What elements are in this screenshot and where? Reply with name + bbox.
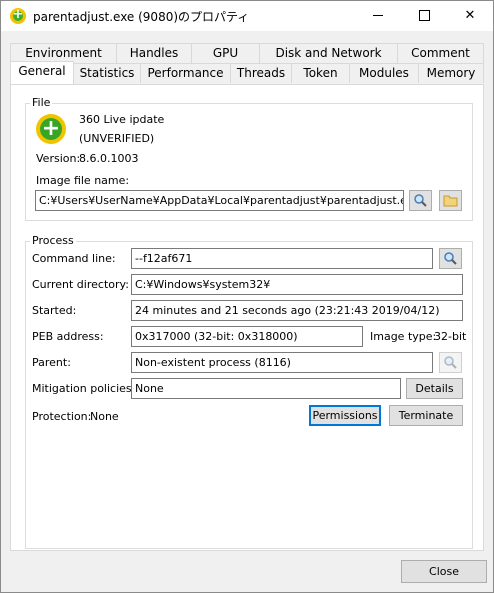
tab-general[interactable]: General (10, 61, 74, 84)
mitigation-policies-field[interactable]: None (131, 378, 401, 399)
folder-icon (443, 195, 458, 207)
tab-threads[interactable]: Threads (230, 63, 292, 83)
peb-address-label: PEB address: (32, 330, 104, 343)
image-type-value: 32-bit (434, 330, 467, 343)
image-file-label: Image file name: (36, 174, 130, 187)
close-icon: ✕ (464, 8, 476, 23)
maximize-button[interactable] (401, 1, 447, 31)
tab-label: Comment (411, 46, 470, 60)
protection-value: None (90, 410, 119, 423)
tab-modules[interactable]: Modules (349, 63, 419, 83)
started-label: Started: (32, 304, 77, 317)
tab-handles[interactable]: Handles (116, 43, 192, 63)
minimize-button[interactable] (355, 1, 401, 31)
inspect-parent-button[interactable] (439, 352, 462, 373)
process-group-label: Process (30, 234, 76, 247)
tab-row-top: Environment Handles GPU Disk and Network… (10, 43, 484, 63)
close-button[interactable]: Close (401, 560, 487, 583)
file-group-label: File (30, 96, 53, 109)
app-logo-icon (36, 114, 66, 144)
properties-window: parentadjust.exe (9080)のプロパティ ✕ Environm… (0, 0, 494, 593)
mitigation-policies-label: Mitigation policies: (32, 382, 136, 395)
permissions-button[interactable]: Permissions (309, 405, 381, 426)
tab-label: Token (303, 66, 338, 80)
window-title: parentadjust.exe (9080)のプロパティ (33, 10, 250, 24)
tab-performance[interactable]: Performance (140, 63, 231, 83)
tab-gpu[interactable]: GPU (191, 43, 260, 63)
tab-memory[interactable]: Memory (418, 63, 484, 83)
app-icon (10, 7, 26, 24)
tab-disk-and-network[interactable]: Disk and Network (259, 43, 398, 63)
tab-token[interactable]: Token (291, 63, 350, 83)
tab-label: General (18, 64, 66, 78)
parent-field[interactable]: Non-existent process (8116) (131, 352, 433, 373)
magnifier-icon (414, 194, 427, 207)
inspect-image-button[interactable] (409, 190, 432, 211)
close-window-button[interactable]: ✕ (447, 1, 493, 31)
tab-label: Statistics (79, 66, 135, 80)
title-bar: parentadjust.exe (9080)のプロパティ ✕ (1, 1, 493, 31)
started-field[interactable]: 24 minutes and 21 seconds ago (23:21:43 … (131, 300, 463, 321)
tab-environment[interactable]: Environment (10, 43, 117, 63)
tab-statistics[interactable]: Statistics (73, 63, 141, 83)
open-folder-button[interactable] (439, 190, 462, 211)
tab-label: Modules (359, 66, 409, 80)
maximize-icon (418, 10, 430, 21)
peb-address-field[interactable]: 0x317000 (32-bit: 0x318000) (131, 326, 363, 347)
verification-status: (UNVERIFIED) (79, 132, 155, 145)
parent-label: Parent: (32, 356, 71, 369)
magnifier-icon (444, 252, 457, 265)
tab-label: Performance (147, 66, 224, 80)
tab-label: Memory (426, 66, 476, 80)
magnifier-icon (444, 356, 457, 369)
protection-label: Protection: (32, 410, 92, 423)
current-directory-field[interactable]: C:¥Windows¥system32¥ (131, 274, 463, 295)
terminate-button[interactable]: Terminate (389, 405, 463, 426)
version-value: 8.6.0.1003 (79, 152, 139, 165)
current-directory-label: Current directory: (32, 278, 129, 291)
tab-label: Environment (25, 46, 102, 60)
tab-label: Handles (129, 46, 179, 60)
tab-label: Disk and Network (275, 46, 382, 60)
tab-comment[interactable]: Comment (397, 43, 484, 63)
image-type-label: Image type: (370, 330, 437, 343)
details-button[interactable]: Details (406, 378, 463, 399)
inspect-command-line-button[interactable] (439, 248, 462, 269)
product-name: 360 Live ipdate (79, 113, 165, 126)
tab-label: Threads (236, 66, 286, 80)
tab-row-bottom: General Statistics Performance Threads T… (10, 61, 484, 84)
minimize-icon (373, 15, 383, 16)
version-label: Version: (36, 152, 81, 165)
command-line-label: Command line: (32, 252, 116, 265)
tab-label: GPU (212, 46, 239, 60)
command-line-field[interactable]: --f12af671 (131, 248, 433, 269)
image-file-path-field[interactable]: C:¥Users¥UserName¥AppData¥Local¥parentad… (35, 190, 404, 211)
